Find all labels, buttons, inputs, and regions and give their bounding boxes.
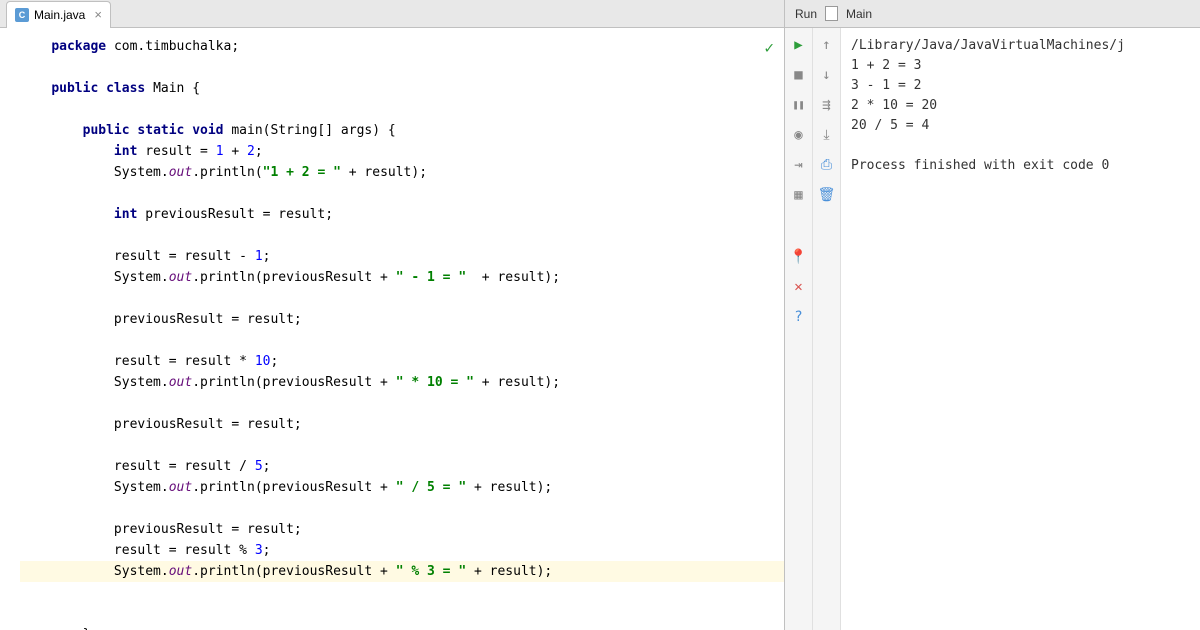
scroll-icon[interactable]: ⤓ — [818, 126, 836, 144]
tab-filename: Main.java — [34, 8, 85, 22]
console-line — [851, 136, 1190, 156]
run-config-name: Main — [846, 7, 872, 21]
pin-icon[interactable]: 📍 — [790, 248, 808, 266]
console-output[interactable]: /Library/Java/JavaVirtualMachines/j1 + 2… — [841, 28, 1200, 630]
help-icon[interactable]: ? — [790, 308, 808, 326]
play-icon[interactable]: ▶ — [790, 36, 808, 54]
code-line: public class Main { — [20, 78, 784, 99]
tab-bar: C Main.java × — [0, 0, 784, 28]
code-line — [20, 183, 784, 204]
stop-icon[interactable]: ■ — [790, 66, 808, 84]
code-line — [20, 57, 784, 78]
code-line: package com.timbuchalka; — [20, 36, 784, 57]
code-line — [20, 435, 784, 456]
code-line: System.out.println(previousResult + " / … — [20, 477, 784, 498]
code-line — [20, 582, 784, 603]
code-line — [20, 498, 784, 519]
code-line: result = result / 5; — [20, 456, 784, 477]
code-line: System.out.println(previousResult + " - … — [20, 267, 784, 288]
run-panel: Run Main ▶ ■ ❚❚ ◉ ⇥ ▦ 📍 ✕ ? ↑ ↓ ⇶ ⤓ ⎙ 🗑 … — [785, 0, 1200, 630]
code-line: int previousResult = result; — [20, 204, 784, 225]
run-label: Run — [795, 7, 817, 21]
code-line: System.out.println("1 + 2 = " + result); — [20, 162, 784, 183]
run-toolbar-left: ▶ ■ ❚❚ ◉ ⇥ ▦ 📍 ✕ ? — [785, 28, 813, 630]
run-body: ▶ ■ ❚❚ ◉ ⇥ ▦ 📍 ✕ ? ↑ ↓ ⇶ ⤓ ⎙ 🗑 /Library/… — [785, 28, 1200, 630]
trash-icon[interactable]: 🗑 — [818, 186, 836, 204]
up-arrow-icon[interactable]: ↑ — [818, 36, 836, 54]
java-class-icon: C — [15, 8, 29, 22]
code-line: previousResult = result; — [20, 414, 784, 435]
code-line — [20, 330, 784, 351]
editor-panel: C Main.java × ✓ package com.timbuchalka;… — [0, 0, 785, 630]
console-line: 20 / 5 = 4 — [851, 116, 1190, 136]
code-line: System.out.println(previousResult + " * … — [20, 372, 784, 393]
console-line: 1 + 2 = 3 — [851, 56, 1190, 76]
console-line: 3 - 1 = 2 — [851, 76, 1190, 96]
document-icon — [825, 6, 838, 21]
run-toolbar-right: ↑ ↓ ⇶ ⤓ ⎙ 🗑 — [813, 28, 841, 630]
print-icon[interactable]: ⎙ — [818, 156, 836, 174]
code-line — [20, 225, 784, 246]
pause-icon[interactable]: ❚❚ — [790, 96, 808, 114]
console-line: /Library/Java/JavaVirtualMachines/j — [851, 36, 1190, 56]
run-header: Run Main — [785, 0, 1200, 28]
code-line — [20, 603, 784, 624]
camera-icon[interactable]: ◉ — [790, 126, 808, 144]
file-tab[interactable]: C Main.java × — [6, 1, 111, 28]
console-line: Process finished with exit code 0 — [851, 156, 1190, 176]
code-editor[interactable]: ✓ package com.timbuchalka; public class … — [0, 28, 784, 630]
checkmark-icon: ✓ — [764, 38, 774, 57]
code-line: int result = 1 + 2; — [20, 141, 784, 162]
code-line — [20, 99, 784, 120]
code-line: result = result - 1; — [20, 246, 784, 267]
down-arrow-icon[interactable]: ↓ — [818, 66, 836, 84]
code-line: result = result * 10; — [20, 351, 784, 372]
code-line — [20, 288, 784, 309]
code-line: public static void main(String[] args) { — [20, 120, 784, 141]
layout-icon[interactable]: ▦ — [790, 186, 808, 204]
closing-brace: } — [20, 624, 784, 630]
code-line: previousResult = result; — [20, 519, 784, 540]
close-icon[interactable]: × — [94, 7, 102, 22]
code-line: result = result % 3; — [20, 540, 784, 561]
exit-icon[interactable]: ⇥ — [790, 156, 808, 174]
code-line: previousResult = result; — [20, 309, 784, 330]
close-icon[interactable]: ✕ — [790, 278, 808, 296]
console-line: 2 * 10 = 20 — [851, 96, 1190, 116]
wrap-icon[interactable]: ⇶ — [818, 96, 836, 114]
code-line: System.out.println(previousResult + " % … — [20, 561, 784, 582]
code-line — [20, 393, 784, 414]
